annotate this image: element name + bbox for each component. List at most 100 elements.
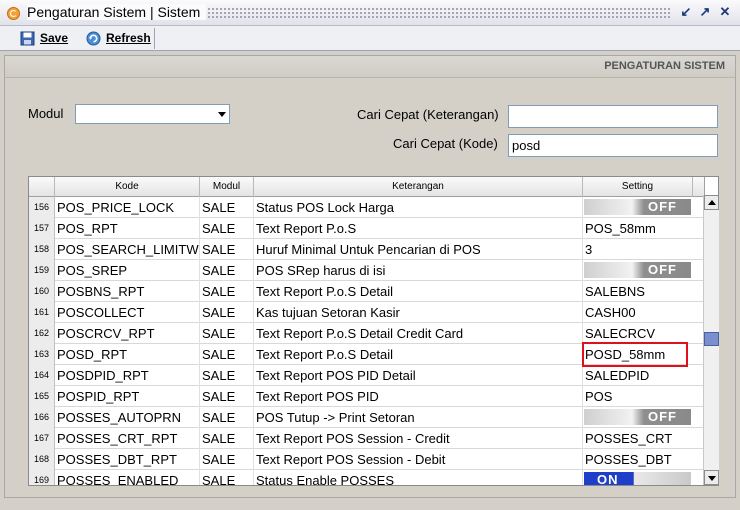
column-header-setting[interactable]: Setting xyxy=(583,177,693,197)
kode-cell: POSD_RPT xyxy=(55,344,200,365)
cari-kode-label: Cari Cepat (Kode) xyxy=(393,136,498,151)
keterangan-cell: Text Report P.o.S Detail Credit Card xyxy=(254,323,583,344)
setting-cell[interactable]: SALEDPID xyxy=(583,365,693,386)
close-icon[interactable]: ✕ xyxy=(717,4,733,20)
row-number: 157 xyxy=(29,218,55,239)
modul-cell: SALE xyxy=(200,323,254,344)
kode-cell: POSSES_DBT_RPT xyxy=(55,449,200,470)
table-row[interactable]: 162 POSCRCV_RPT SALE Text Report P.o.S Deta… xyxy=(29,323,704,344)
cari-keterangan-input[interactable] xyxy=(508,105,718,128)
grid-header-corner xyxy=(704,177,718,197)
table-row[interactable]: 164 POSDPID_RPT SALE Text Report POS PID De… xyxy=(29,365,704,386)
table-row[interactable]: 156 POS_PRICE_LOCK SALE Status POS Lock Har… xyxy=(29,197,704,218)
table-row[interactable]: 161 POSCOLLECT SALE Kas tujuan Setoran Kasi… xyxy=(29,302,704,323)
modul-cell: SALE xyxy=(200,197,254,218)
setting-cell[interactable]: POS xyxy=(583,386,693,407)
setting-cell[interactable]: SALEBNS xyxy=(583,281,693,302)
keterangan-cell: POS Tutup -> Print Setoran xyxy=(254,407,583,428)
modul-cell: SALE xyxy=(200,365,254,386)
row-number: 158 xyxy=(29,239,55,260)
save-label: Save xyxy=(40,31,69,45)
window-title: Pengaturan Sistem | Sistem xyxy=(27,4,207,20)
modul-cell: SALE xyxy=(200,407,254,428)
kode-cell: POSPID_RPT xyxy=(55,386,200,407)
setting-cell[interactable]: SALECRCV xyxy=(583,323,693,344)
table-row[interactable]: 167 POSSES_CRT_RPT SALE Text Report POS Ses… xyxy=(29,428,704,449)
table-row[interactable]: 157 POS_RPT SALE Text Report P.o.S POS_58mm xyxy=(29,218,704,239)
table-row[interactable]: 165 POSPID_RPT SALE Text Report POS PID POS xyxy=(29,386,704,407)
keterangan-cell: POS SRep harus di isi xyxy=(254,260,583,281)
keterangan-cell: Text Report POS PID Detail xyxy=(254,365,583,386)
modul-select[interactable] xyxy=(75,104,230,124)
cari-keterangan-label: Cari Cepat (Keterangan) xyxy=(357,107,499,122)
title-bar: Pengaturan Sistem | Sistem ↙ ↗ ✕ xyxy=(0,0,740,26)
setting-cell[interactable]: POSSES_DBT xyxy=(583,449,693,470)
refresh-icon xyxy=(86,31,101,46)
table-row[interactable]: 168 POSSES_DBT_RPT SALE Text Report POS Ses… xyxy=(29,449,704,470)
keterangan-cell: Status POS Lock Harga xyxy=(254,197,583,218)
modul-cell: SALE xyxy=(200,239,254,260)
kode-cell: POS_SREP xyxy=(55,260,200,281)
kode-cell: POSBNS_RPT xyxy=(55,281,200,302)
kode-cell: POSSES_AUTOPRN xyxy=(55,407,200,428)
keterangan-cell: Text Report P.o.S xyxy=(254,218,583,239)
scroll-thumb[interactable] xyxy=(704,332,719,346)
modul-cell: SALE xyxy=(200,344,254,365)
kode-cell: POSCRCV_RPT xyxy=(55,323,200,344)
maximize-icon[interactable]: ↗ xyxy=(697,4,713,20)
restore-icon[interactable]: ↙ xyxy=(678,4,694,20)
row-number: 161 xyxy=(29,302,55,323)
section-header: PENGATURAN SISTEM xyxy=(5,56,735,78)
kode-cell: POSSES_ENABLED xyxy=(55,470,200,485)
cari-kode-input[interactable] xyxy=(508,134,718,157)
toggle-on-switch[interactable]: ON xyxy=(584,472,691,485)
table-row[interactable]: 160 POSBNS_RPT SALE Text Report P.o.S Detai… xyxy=(29,281,704,302)
row-number: 168 xyxy=(29,449,55,470)
refresh-label: Refresh xyxy=(106,31,151,45)
setting-cell[interactable]: ON xyxy=(583,470,693,485)
row-number-header xyxy=(29,177,55,197)
toggle-off-switch[interactable]: OFF xyxy=(584,262,691,278)
toggle-off-switch[interactable]: OFF xyxy=(584,199,691,215)
row-number: 159 xyxy=(29,260,55,281)
row-number: 156 xyxy=(29,197,55,218)
kode-cell: POSDPID_RPT xyxy=(55,365,200,386)
floppy-disk-icon xyxy=(20,31,35,46)
vertical-scrollbar[interactable] xyxy=(703,195,719,485)
title-bar-grip xyxy=(195,7,670,19)
setting-cell[interactable]: OFF xyxy=(583,197,693,218)
setting-cell[interactable]: 3 xyxy=(583,239,693,260)
setting-cell[interactable]: POSSES_CRT xyxy=(583,428,693,449)
table-row[interactable]: 158 POS_SEARCH_LIMITW SALE Huruf Minimal Un… xyxy=(29,239,704,260)
toolbar: Save Refresh xyxy=(0,26,740,51)
toggle-off-switch[interactable]: OFF xyxy=(584,409,691,425)
setting-cell[interactable]: OFF xyxy=(583,407,693,428)
keterangan-cell: Text Report P.o.S Detail xyxy=(254,281,583,302)
kode-cell: POS_SEARCH_LIMITW xyxy=(55,239,200,260)
table-row[interactable]: 159 POS_SREP SALE POS SRep harus di isi OFF xyxy=(29,260,704,281)
keterangan-cell: Text Report POS PID xyxy=(254,386,583,407)
setting-cell[interactable]: OFF xyxy=(583,260,693,281)
modul-label: Modul xyxy=(28,106,64,121)
row-number: 167 xyxy=(29,428,55,449)
setting-cell[interactable]: CASH00 xyxy=(583,302,693,323)
column-header-kode[interactable]: Kode xyxy=(55,177,200,197)
setting-cell[interactable]: POS_58mm xyxy=(583,218,693,239)
scroll-up-button[interactable] xyxy=(704,195,719,210)
row-number: 163 xyxy=(29,344,55,365)
kode-cell: POS_PRICE_LOCK xyxy=(55,197,200,218)
section-title: PENGATURAN SISTEM xyxy=(604,60,725,72)
column-header-modul[interactable]: Modul xyxy=(200,177,254,197)
row-number: 166 xyxy=(29,407,55,428)
row-number: 160 xyxy=(29,281,55,302)
column-header-keterangan[interactable]: Keterangan xyxy=(254,177,583,197)
settings-grid: Kode Modul Keterangan Setting 156 POS_PRI… xyxy=(28,176,719,486)
scroll-down-button[interactable] xyxy=(704,470,719,485)
toolbar-separator xyxy=(154,28,155,49)
table-row[interactable]: 166 POSSES_AUTOPRN SALE POS Tutup -> Print … xyxy=(29,407,704,428)
refresh-button[interactable]: Refresh xyxy=(84,28,151,49)
chevron-down-icon xyxy=(218,112,226,117)
highlight-box xyxy=(582,342,688,367)
save-button[interactable]: Save xyxy=(18,28,68,49)
table-row[interactable]: 169 POSSES_ENABLED SALE Status Enable POSSE… xyxy=(29,470,704,485)
